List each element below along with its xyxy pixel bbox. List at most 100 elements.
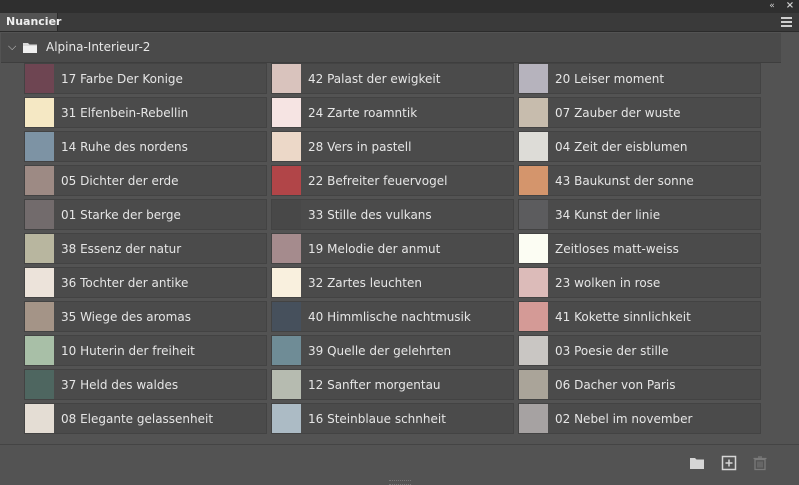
swatch-item[interactable]: 03 Poesie der stille xyxy=(518,335,761,366)
swatch-label: 03 Poesie der stille xyxy=(555,343,669,358)
swatch-item[interactable]: 37 Held des waldes xyxy=(24,369,267,400)
swatch-color-chip xyxy=(25,132,54,161)
swatch-color-chip xyxy=(25,200,54,229)
swatch-item[interactable]: 22 Befreiter feuervogel xyxy=(271,165,514,196)
swatch-item[interactable]: 16 Steinblaue schnheit xyxy=(271,403,514,434)
swatch-item[interactable]: 41 Kokette sinnlichkeit xyxy=(518,301,761,332)
swatch-label: 23 wolken in rose xyxy=(555,275,661,290)
swatch-label: 42 Palast der ewigkeit xyxy=(308,71,441,86)
swatch-item[interactable]: 02 Nebel im november xyxy=(518,403,761,434)
swatch-color-chip xyxy=(272,98,301,127)
swatch-color-chip xyxy=(519,370,548,399)
swatch-item[interactable]: 17 Farbe Der Konige xyxy=(24,63,267,94)
swatch-label: 38 Essenz der natur xyxy=(61,241,182,256)
swatch-row: 38 Essenz der natur 19 Melodie der anmut Z… xyxy=(24,233,764,267)
swatch-color-chip xyxy=(272,336,301,365)
swatch-color-chip xyxy=(519,64,548,93)
swatch-item[interactable]: 24 Zarte roamntik xyxy=(271,97,514,128)
swatch-color-chip xyxy=(25,370,54,399)
new-group-icon[interactable] xyxy=(689,455,705,471)
trash-icon[interactable] xyxy=(752,455,768,471)
swatch-row: 14 Ruhe des nordens 28 Vers in pastell 04 … xyxy=(24,131,764,165)
scrollbar[interactable] xyxy=(781,33,798,444)
swatch-row: 08 Elegante gelassenheit 16 Steinblaue sc… xyxy=(24,403,764,437)
panel-footer xyxy=(0,444,799,485)
swatch-item[interactable]: 19 Melodie der anmut xyxy=(271,233,514,264)
swatch-color-chip xyxy=(25,234,54,263)
panel-menu-icon[interactable] xyxy=(780,15,794,29)
swatch-item[interactable]: 06 Dacher von Paris xyxy=(518,369,761,400)
swatch-color-chip xyxy=(519,302,548,331)
chevron-down-icon[interactable]: ⌵ xyxy=(8,41,20,53)
swatch-color-chip xyxy=(25,166,54,195)
swatch-label: 33 Stille des vulkans xyxy=(308,207,432,222)
swatch-color-chip xyxy=(272,64,301,93)
swatch-item[interactable]: 10 Huterin der freiheit xyxy=(24,335,267,366)
swatch-label: 06 Dacher von Paris xyxy=(555,377,676,392)
swatch-item[interactable]: Zeitloses matt-weiss xyxy=(518,233,761,264)
close-icon[interactable]: × xyxy=(785,1,795,11)
swatch-label: 28 Vers in pastell xyxy=(308,139,412,154)
swatch-color-chip xyxy=(519,404,548,433)
swatch-item[interactable]: 40 Himmlische nachtmusik xyxy=(271,301,514,332)
swatch-item[interactable]: 01 Starke der berge xyxy=(24,199,267,230)
swatch-label: 40 Himmlische nachtmusik xyxy=(308,309,471,324)
panel-tab-bar: Nuancier xyxy=(0,13,799,32)
swatch-color-chip xyxy=(272,404,301,433)
swatch-color-chip xyxy=(272,200,301,229)
swatch-color-chip xyxy=(25,336,54,365)
swatch-label: 35 Wiege des aromas xyxy=(61,309,191,324)
swatch-color-chip xyxy=(272,370,301,399)
swatch-label: 07 Zauber der wuste xyxy=(555,105,681,120)
swatch-item[interactable]: 05 Dichter der erde xyxy=(24,165,267,196)
swatch-label: 37 Held des waldes xyxy=(61,377,179,392)
swatch-item[interactable]: 34 Kunst der linie xyxy=(518,199,761,230)
swatch-label: 19 Melodie der anmut xyxy=(308,241,441,256)
new-swatch-icon[interactable] xyxy=(721,455,737,471)
swatch-row: 36 Tochter der antike 32 Zartes leuchten 2… xyxy=(24,267,764,301)
swatch-item[interactable]: 39 Quelle der gelehrten xyxy=(271,335,514,366)
group-name: Alpina-Interieur-2 xyxy=(46,40,151,54)
swatch-item[interactable]: 38 Essenz der natur xyxy=(24,233,267,264)
swatch-item[interactable]: 35 Wiege des aromas xyxy=(24,301,267,332)
swatch-item[interactable]: 36 Tochter der antike xyxy=(24,267,267,298)
swatch-item[interactable]: 20 Leiser moment xyxy=(518,63,761,94)
swatch-color-chip xyxy=(25,268,54,297)
swatch-item[interactable]: 08 Elegante gelassenheit xyxy=(24,403,267,434)
swatch-item[interactable]: 28 Vers in pastell xyxy=(271,131,514,162)
swatch-label: Zeitloses matt-weiss xyxy=(555,241,679,256)
swatch-item[interactable]: 43 Baukunst der sonne xyxy=(518,165,761,196)
tab-nuancier[interactable]: Nuancier xyxy=(0,13,61,31)
swatch-item[interactable]: 12 Sanfter morgentau xyxy=(271,369,514,400)
swatch-color-chip xyxy=(25,404,54,433)
swatch-color-chip xyxy=(25,302,54,331)
resize-grip[interactable] xyxy=(389,480,411,485)
swatch-label: 36 Tochter der antike xyxy=(61,275,189,290)
swatch-item[interactable]: 07 Zauber der wuste xyxy=(518,97,761,128)
swatch-item[interactable]: 04 Zeit der eisblumen xyxy=(518,131,761,162)
swatch-color-chip xyxy=(272,166,301,195)
swatch-label: 05 Dichter der erde xyxy=(61,173,179,188)
swatch-item[interactable]: 31 Elfenbein-Rebellin xyxy=(24,97,267,128)
swatch-label: 41 Kokette sinnlichkeit xyxy=(555,309,691,324)
swatch-label: 10 Huterin der freiheit xyxy=(61,343,195,358)
swatch-item[interactable]: 33 Stille des vulkans xyxy=(271,199,514,230)
swatch-item[interactable]: 42 Palast der ewigkeit xyxy=(271,63,514,94)
swatch-label: 04 Zeit der eisblumen xyxy=(555,139,688,154)
swatch-color-chip xyxy=(272,268,301,297)
swatch-row: 01 Starke der berge 33 Stille des vulkans… xyxy=(24,199,764,233)
swatch-label: 12 Sanfter morgentau xyxy=(308,377,441,392)
swatch-color-chip xyxy=(272,234,301,263)
swatch-item[interactable]: 23 wolken in rose xyxy=(518,267,761,298)
swatch-row: 35 Wiege des aromas 40 Himmlische nachtmu… xyxy=(24,301,764,335)
swatch-row: 17 Farbe Der Konige 42 Palast der ewigkei… xyxy=(24,63,764,97)
swatch-item[interactable]: 32 Zartes leuchten xyxy=(271,267,514,298)
swatch-color-chip xyxy=(519,234,548,263)
swatch-label: 34 Kunst der linie xyxy=(555,207,661,222)
swatch-group-header[interactable]: ⌵ Alpina-Interieur-2 xyxy=(1,33,781,63)
swatch-color-chip xyxy=(519,166,548,195)
collapse-panel-icon[interactable]: « xyxy=(767,1,777,11)
swatch-label: 22 Befreiter feuervogel xyxy=(308,173,448,188)
swatch-item[interactable]: 14 Ruhe des nordens xyxy=(24,131,267,162)
swatch-color-chip xyxy=(272,132,301,161)
